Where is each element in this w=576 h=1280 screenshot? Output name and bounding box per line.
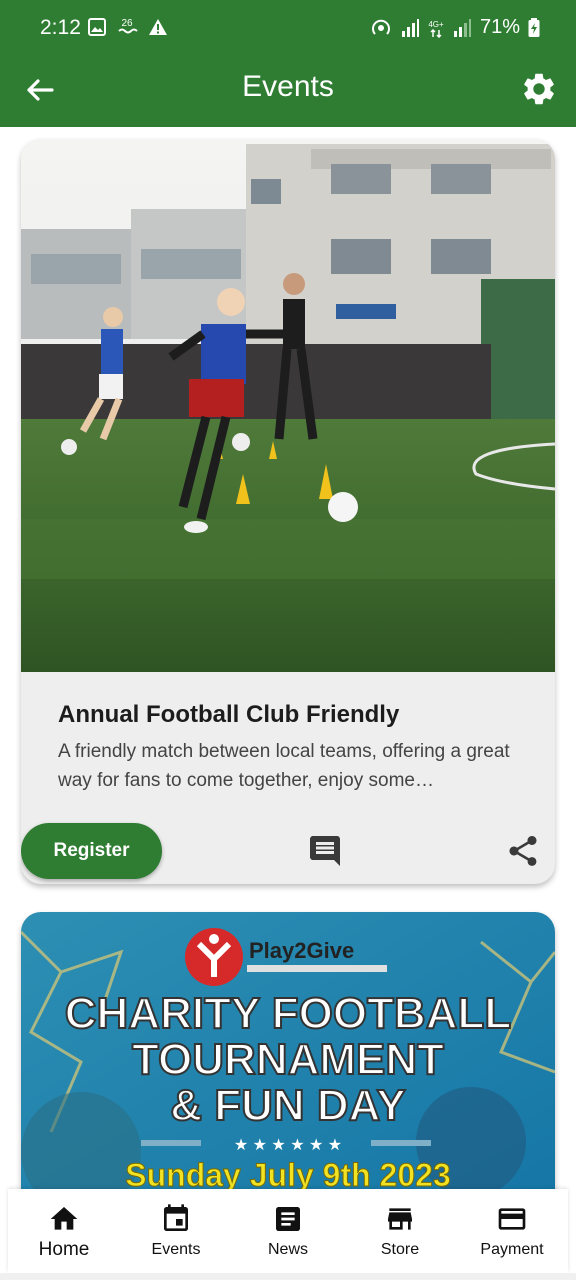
warning-icon	[149, 19, 167, 35]
notification-count-icon: 26	[118, 18, 138, 34]
event-card[interactable]: Play2Give CHARITY FOOTBALL TOURNAMENT & …	[21, 912, 555, 1189]
nav-label: Events	[151, 1241, 201, 1258]
battery-icon	[528, 17, 540, 37]
banner-line-1: CHARITY FOOTBALL	[65, 989, 512, 1038]
event-banner-image: Play2Give CHARITY FOOTBALL TOURNAMENT & …	[21, 912, 555, 1189]
image-icon	[88, 18, 106, 36]
event-card[interactable]: Annual Football Club Friendly A friendly…	[21, 139, 555, 884]
status-bar: 2:12 26 4G+ 71%	[0, 0, 576, 56]
status-time: 2:12	[40, 16, 81, 39]
network-4g-icon: 4G+	[428, 20, 444, 38]
hotspot-icon	[372, 19, 390, 35]
page-title: Events	[242, 70, 334, 103]
signal-icon	[401, 18, 419, 37]
nav-home[interactable]: Home	[8, 1189, 120, 1273]
nav-label: News	[267, 1241, 308, 1258]
nav-label: Home	[38, 1239, 90, 1260]
svg-text:★ ★ ★ ★ ★ ★: ★ ★ ★ ★ ★ ★	[234, 1137, 342, 1154]
gear-icon[interactable]	[520, 70, 558, 108]
home-icon	[50, 1207, 78, 1230]
nav-label: Store	[380, 1241, 420, 1258]
calendar-icon	[164, 1204, 188, 1231]
svg-text:4G+: 4G+	[428, 20, 444, 29]
signal-icon-2	[453, 18, 471, 37]
app-bar: Events	[0, 56, 576, 127]
event-image	[21, 139, 555, 672]
banner-brand: Play2Give	[249, 938, 354, 963]
comment-icon[interactable]	[307, 833, 343, 869]
event-title: Annual Football Club Friendly	[58, 701, 400, 728]
bottom-navigation: Home Events News Store Payment	[8, 1189, 568, 1273]
nav-store[interactable]: Store	[344, 1189, 456, 1273]
notification-count: 26	[121, 18, 133, 29]
register-button[interactable]: Register	[21, 823, 162, 879]
share-icon[interactable]	[505, 833, 541, 869]
event-description: A friendly match between local teams, of…	[58, 741, 510, 791]
banner-date: Sunday July 9th 2023	[125, 1157, 450, 1189]
credit-card-icon	[498, 1208, 526, 1230]
status-notifications: 26	[88, 16, 168, 38]
news-icon	[276, 1207, 300, 1231]
banner-line-3: & FUN DAY	[170, 1081, 406, 1130]
store-icon	[388, 1208, 412, 1230]
events-list[interactable]: Annual Football Club Friendly A friendly…	[0, 127, 576, 1189]
nav-events[interactable]: Events	[120, 1189, 232, 1273]
nav-news[interactable]: News	[232, 1189, 344, 1273]
system-nav-strip	[0, 1273, 576, 1280]
status-system-icons: 4G+ 71%	[370, 16, 540, 39]
banner-line-2: TOURNAMENT	[132, 1035, 444, 1084]
battery-percent: 71%	[479, 16, 520, 38]
nav-payment[interactable]: Payment	[456, 1189, 568, 1273]
nav-label: Payment	[480, 1241, 544, 1258]
